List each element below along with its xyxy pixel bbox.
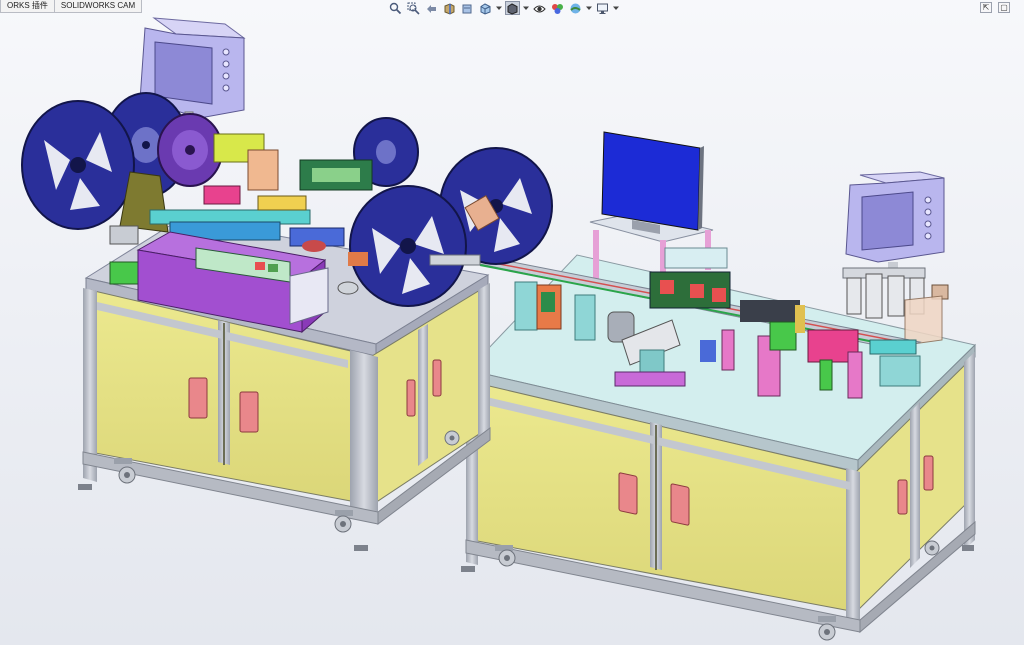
- tab-plugins[interactable]: ORKS 插件: [0, 0, 55, 13]
- caster-wheel: [444, 430, 460, 446]
- door-handle: [239, 391, 259, 433]
- section-view-icon[interactable]: [442, 1, 457, 15]
- hide-show-items-icon[interactable]: [532, 1, 547, 15]
- display-style-icon[interactable]: [505, 1, 520, 15]
- apply-scene-icon[interactable]: [568, 1, 583, 15]
- door-handle: [432, 359, 442, 397]
- command-manager-tabs: ORKS 插件 SOLIDWORKS CAM: [0, 0, 143, 13]
- tab-solidworks-cam[interactable]: SOLIDWORKS CAM: [53, 0, 143, 13]
- chevron-down-icon[interactable]: [523, 1, 529, 15]
- chevron-down-icon[interactable]: [613, 1, 619, 15]
- chevron-down-icon[interactable]: [586, 1, 592, 15]
- graphics-area-model-viewport[interactable]: [0, 0, 1024, 645]
- heads-up-view-toolbar: [388, 0, 619, 16]
- dynamic-annotation-view-icon[interactable]: [460, 1, 475, 15]
- edit-appearance-icon[interactable]: [550, 1, 565, 15]
- caster-wheel: [334, 510, 353, 533]
- tape-reel: [21, 100, 135, 230]
- door-handle: [406, 379, 416, 417]
- tape-reel: [349, 185, 467, 307]
- previous-view-icon[interactable]: [424, 1, 439, 15]
- close-viewport-icon[interactable]: ▢: [998, 2, 1010, 13]
- viewport-window-controls: ⇱ ▢: [980, 2, 1010, 13]
- zoom-to-fit-icon[interactable]: [388, 1, 403, 15]
- door-handle: [188, 377, 208, 419]
- tape-reel: [157, 113, 223, 187]
- door-handle: [897, 479, 908, 515]
- view-settings-icon[interactable]: [595, 1, 610, 15]
- zoom-to-area-icon[interactable]: [406, 1, 421, 15]
- door-handle: [923, 455, 934, 491]
- door-handle: [670, 483, 690, 526]
- view-orientation-icon[interactable]: [478, 1, 493, 15]
- caster-wheel: [924, 540, 940, 556]
- caster-wheel: [818, 616, 836, 641]
- door-handle: [618, 472, 638, 515]
- restore-viewport-icon[interactable]: ⇱: [980, 2, 992, 13]
- chevron-down-icon[interactable]: [496, 1, 502, 15]
